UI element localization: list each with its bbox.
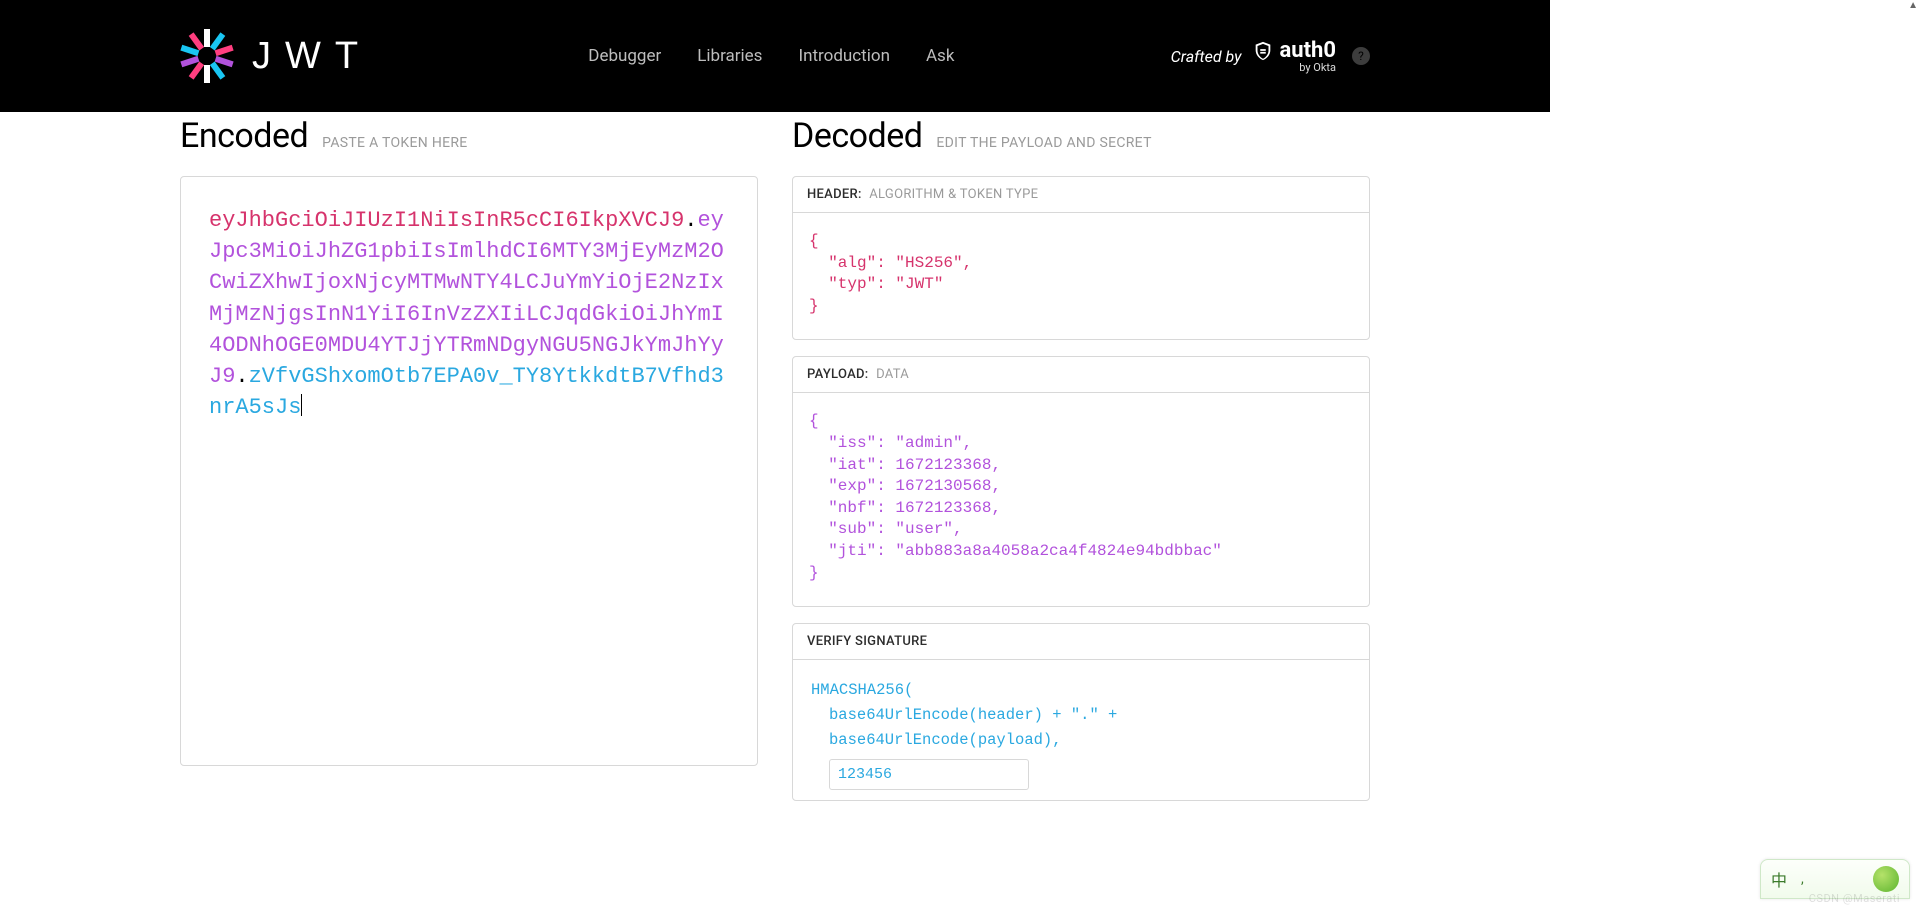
decoded-subtitle: EDIT THE PAYLOAD AND SECRET	[936, 135, 1151, 151]
scroll-up-arrow: ▲	[1908, 0, 1918, 11]
auth0-shield-icon	[1252, 40, 1274, 62]
decoded-title: Decoded	[792, 116, 922, 156]
payload-card: PAYLOAD: DATA { "iss": "admin", "iat": 1…	[792, 356, 1370, 607]
nav-introduction[interactable]: Introduction	[798, 46, 890, 66]
verify-card-head: VERIFY SIGNATURE	[793, 624, 1369, 660]
secret-input[interactable]	[829, 759, 1029, 790]
encoded-column: Encoded PASTE A TOKEN HERE eyJhbGciOiJIU…	[180, 116, 758, 817]
encoded-title: Encoded	[180, 116, 308, 156]
leaf-icon	[1873, 866, 1899, 892]
header-card-head: HEADER: ALGORITHM & TOKEN TYPE	[793, 177, 1369, 213]
verify-card-label: VERIFY SIGNATURE	[807, 634, 927, 649]
jwt-logo-icon	[180, 29, 234, 83]
decoded-column: Decoded EDIT THE PAYLOAD AND SECRET HEAD…	[792, 116, 1370, 817]
auth0-subline: by Okta	[1299, 61, 1336, 74]
watermark: CSDN @Maserati	[1809, 892, 1900, 905]
header-card-sub: ALGORITHM & TOKEN TYPE	[869, 187, 1038, 202]
logo-text: JWT	[252, 35, 372, 78]
verify-line-1: base64UrlEncode(header) + "." +	[811, 703, 1353, 728]
verify-fn-line: HMACSHA256(	[811, 678, 1353, 703]
payload-card-sub: DATA	[876, 367, 909, 382]
top-navbar: JWT Debugger Libraries Introduction Ask …	[0, 0, 1550, 112]
nav-libraries[interactable]: Libraries	[697, 46, 762, 66]
encoded-token-input[interactable]: eyJhbGciOiJIUzI1NiIsInR5cCI6IkpXVCJ9.eyJ…	[180, 176, 758, 766]
header-json[interactable]: { "alg": "HS256", "typ": "JWT" }	[793, 213, 1369, 339]
main-nav: Debugger Libraries Introduction Ask	[588, 46, 954, 66]
main-content: Encoded PASTE A TOKEN HERE eyJhbGciOiJIU…	[0, 112, 1550, 817]
header-card: HEADER: ALGORITHM & TOKEN TYPE { "alg": …	[792, 176, 1370, 340]
nav-ask[interactable]: Ask	[926, 46, 954, 66]
auth0-brand: auth0 by Okta	[1252, 38, 1336, 74]
ime-lang: 中	[1771, 867, 1787, 891]
payload-card-head: PAYLOAD: DATA	[793, 357, 1369, 393]
auth0-name: auth0	[1280, 38, 1336, 63]
verify-card: VERIFY SIGNATURE HMACSHA256( base64UrlEn…	[792, 623, 1370, 800]
crafted-label: Crafted by	[1171, 47, 1242, 66]
crafted-by[interactable]: Crafted by auth0 by Okta ?	[1171, 38, 1370, 74]
header-card-label: HEADER:	[807, 187, 862, 202]
ime-punct: ,	[1801, 871, 1804, 887]
nav-debugger[interactable]: Debugger	[588, 46, 661, 66]
payload-json[interactable]: { "iss": "admin", "iat": 1672123368, "ex…	[793, 393, 1369, 606]
verify-line-2: base64UrlEncode(payload),	[811, 728, 1353, 753]
logo[interactable]: JWT	[180, 29, 372, 83]
verify-signature-body: HMACSHA256( base64UrlEncode(header) + ".…	[793, 660, 1369, 799]
payload-card-label: PAYLOAD:	[807, 367, 869, 382]
encoded-subtitle: PASTE A TOKEN HERE	[322, 135, 467, 151]
help-icon[interactable]: ?	[1352, 47, 1370, 65]
